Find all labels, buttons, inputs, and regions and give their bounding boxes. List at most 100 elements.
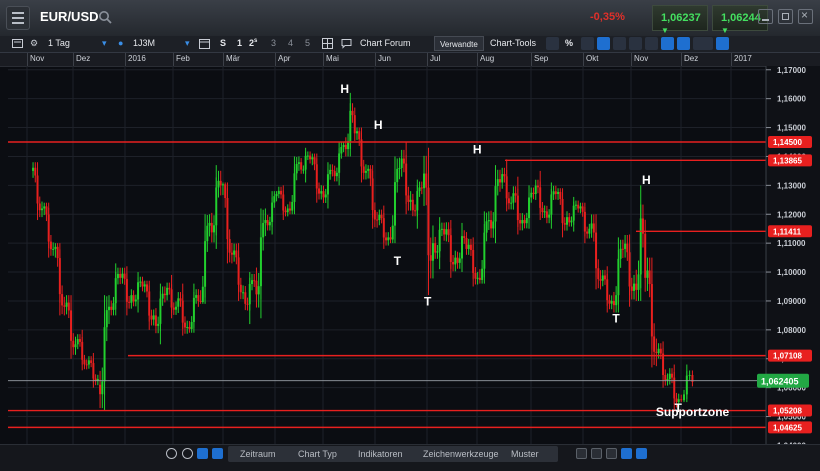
- candle-body: [414, 210, 417, 212]
- copy-icon[interactable]: [645, 37, 658, 50]
- price-tick-label: 1,16000: [777, 95, 806, 104]
- layout-3-button[interactable]: 3: [271, 38, 276, 48]
- candle-body: [610, 300, 613, 304]
- date-separator: [477, 53, 478, 66]
- candle-body: [168, 287, 171, 290]
- fit-icon[interactable]: [621, 448, 632, 459]
- candle-body: [318, 188, 321, 194]
- crosshair-icon[interactable]: [546, 37, 559, 50]
- date-label: 2017: [734, 54, 752, 63]
- candle-body: [385, 237, 388, 241]
- grid-toggle-icon[interactable]: [597, 37, 610, 50]
- candle-body: [597, 268, 600, 280]
- chart-canvas[interactable]: HHHHTTTTSupportzone 1,170001,160001,1500…: [0, 66, 820, 444]
- chart-toolbar: ⚙ 1 Tag ▾ ● 1J3M ▾ S 1 2s 3 4 5 Chart Fo…: [0, 36, 820, 53]
- pencil-icon[interactable]: [613, 37, 626, 50]
- grid-icon[interactable]: [322, 38, 333, 49]
- pattern-label: H: [473, 143, 482, 157]
- data-table-icon[interactable]: [581, 37, 594, 50]
- candle-body: [134, 299, 137, 302]
- minimize-icon[interactable]: [758, 9, 773, 24]
- price-tick-label: 1,11000: [777, 239, 806, 248]
- symbol-title[interactable]: EUR/USD: [40, 9, 99, 24]
- bid-price: 1,06237: [661, 12, 701, 24]
- candle-body: [49, 241, 52, 250]
- candle-body: [543, 211, 546, 213]
- zoom-icon[interactable]: [677, 37, 690, 50]
- print-icon[interactable]: [700, 37, 713, 50]
- chart-window: EUR/USD -0,35% 1,06237 ▼ 1,06244 ▼ × ⚙ 1…: [0, 0, 820, 471]
- date-separator: [223, 53, 224, 66]
- candle-body: [61, 294, 64, 306]
- date-separator: [173, 53, 174, 66]
- wrench-icon[interactable]: [716, 37, 729, 50]
- bid-price-button[interactable]: 1,06237 ▼: [652, 5, 708, 35]
- zoom-in-icon[interactable]: [606, 448, 617, 459]
- layout-2-button[interactable]: 2s: [249, 38, 257, 48]
- candle-body: [105, 310, 108, 328]
- candle-body: [132, 295, 135, 302]
- chevron-down-icon[interactable]: ▾: [102, 38, 107, 49]
- range-select[interactable]: 1J3M: [133, 38, 155, 48]
- candle-body: [228, 239, 231, 253]
- candle-body: [369, 168, 372, 179]
- candle-body: [143, 284, 146, 287]
- candle-body: [311, 157, 314, 160]
- candle-body: [150, 315, 153, 320]
- candle-body: [429, 255, 432, 261]
- candle-body: [378, 214, 381, 221]
- candle-body: [277, 190, 280, 195]
- popout-icon[interactable]: [778, 9, 793, 24]
- chart-forum-link[interactable]: Chart Forum: [360, 38, 411, 48]
- chevron-down-icon[interactable]: ▾: [185, 38, 190, 49]
- menu-icon[interactable]: [6, 6, 30, 30]
- interval-select[interactable]: 1 Tag: [48, 38, 70, 48]
- layout-1-button[interactable]: 1: [237, 38, 242, 48]
- candle-body: [52, 248, 55, 250]
- related-button[interactable]: Verwandte: [434, 36, 484, 51]
- zoom-out-icon[interactable]: [591, 448, 602, 459]
- no-entry-icon[interactable]: [182, 448, 193, 459]
- lock-icon[interactable]: ●: [118, 38, 123, 48]
- layout-s-button[interactable]: S: [220, 38, 226, 48]
- tab-indikatoren[interactable]: Indikatoren: [358, 449, 403, 459]
- search-icon[interactable]: [98, 10, 112, 24]
- gear-icon[interactable]: ⚙: [30, 38, 38, 49]
- candle-body: [400, 158, 403, 169]
- change-percent: -0,35%: [590, 11, 625, 23]
- pen-icon[interactable]: [197, 448, 208, 459]
- refresh-icon[interactable]: [166, 448, 177, 459]
- scale-icon[interactable]: [661, 37, 674, 50]
- candle-body: [601, 275, 604, 281]
- calendar-icon[interactable]: [199, 38, 210, 49]
- candle-body: [568, 217, 571, 223]
- tab-chart-typ[interactable]: Chart Typ: [298, 449, 337, 459]
- close-icon[interactable]: ×: [798, 8, 813, 24]
- candle-body: [199, 300, 202, 303]
- tab-zeitraum[interactable]: Zeitraum: [240, 449, 276, 459]
- tab-zeichenwerkzeuge[interactable]: Zeichenwerkzeuge: [423, 449, 499, 459]
- hide-icon[interactable]: [629, 37, 642, 50]
- candle-body: [195, 295, 198, 298]
- candle-body: [557, 191, 560, 195]
- candle-body: [34, 167, 37, 176]
- candle-body: [481, 268, 484, 280]
- candle-body: [141, 281, 144, 287]
- layout-5-button[interactable]: 5: [305, 38, 310, 48]
- play-icon[interactable]: [576, 448, 587, 459]
- chat-icon[interactable]: [341, 38, 352, 49]
- price-chart[interactable]: H H H H T T T T Supportzone 1,17000 1,16000 1,1500…: [0, 66, 820, 444]
- candle-body: [355, 131, 358, 134]
- percent-toggle[interactable]: %: [565, 38, 573, 48]
- candle-body: [188, 326, 191, 330]
- candle-body: [123, 273, 126, 279]
- candle-body: [291, 201, 294, 211]
- candle-body: [608, 300, 611, 304]
- sync-icon[interactable]: [212, 448, 223, 459]
- candle-body: [458, 258, 461, 263]
- fullscreen-icon[interactable]: [636, 448, 647, 459]
- candle-body: [648, 270, 651, 285]
- calculator-icon[interactable]: [12, 38, 23, 49]
- tab-muster[interactable]: Muster: [511, 449, 539, 459]
- layout-4-button[interactable]: 4: [288, 38, 293, 48]
